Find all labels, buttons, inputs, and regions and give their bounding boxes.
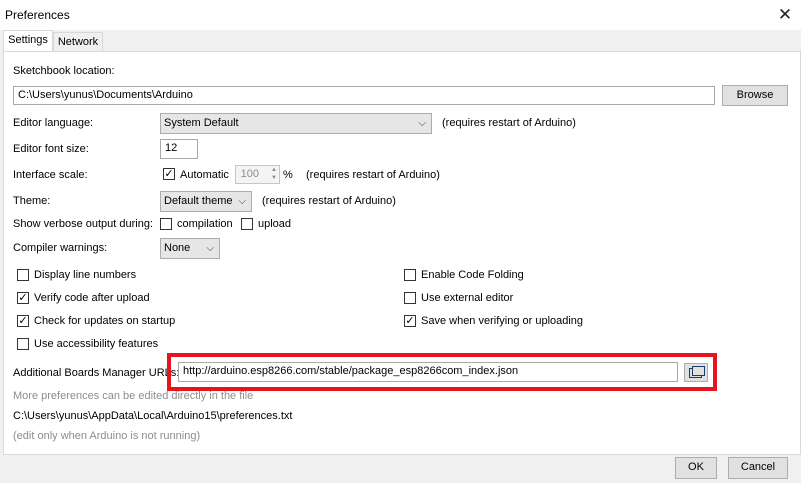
chevron-down-icon: ⌵: [238, 196, 246, 207]
editor-language-label: Editor language:: [13, 117, 94, 129]
title-bar: Preferences ✕: [0, 0, 801, 30]
ok-button[interactable]: OK: [675, 457, 717, 479]
theme-value: Default theme: [164, 195, 233, 207]
browse-button[interactable]: Browse: [722, 85, 788, 106]
editor-language-value: System Default: [164, 117, 239, 129]
tab-settings[interactable]: Settings: [3, 30, 53, 52]
interface-scale-value: 100: [240, 168, 259, 180]
upload-checkbox[interactable]: [241, 218, 253, 230]
automatic-checkbox[interactable]: ✓: [163, 168, 175, 180]
verify-code-checkbox[interactable]: ✓: [17, 292, 29, 304]
accessibility-label: Use accessibility features: [34, 338, 159, 350]
interface-scale-spinner[interactable]: 100 ▲ ▼: [235, 165, 280, 184]
theme-note: (requires restart of Arduino): [262, 195, 396, 207]
editor-font-size-label: Editor font size:: [13, 143, 89, 155]
compiler-warnings-value: None: [164, 242, 191, 254]
check-updates-checkbox[interactable]: ✓: [17, 315, 29, 327]
theme-label: Theme:: [13, 195, 51, 207]
external-editor-checkbox[interactable]: [404, 292, 416, 304]
check-updates-label: Check for updates on startup: [34, 315, 176, 327]
spin-up-icon[interactable]: ▲: [271, 166, 277, 174]
sketchbook-location-input[interactable]: C:\Users\yunus\Documents\Arduino: [13, 86, 715, 105]
chevron-down-icon: ⌵: [418, 118, 426, 129]
theme-select[interactable]: Default theme ⌵: [160, 191, 252, 212]
save-verifying-checkbox[interactable]: ✓: [404, 315, 416, 327]
boards-manager-urls-input[interactable]: http://arduino.esp8266.com/stable/packag…: [178, 362, 678, 382]
more-preferences-note: More preferences can be edited directly …: [13, 390, 254, 402]
verify-code-label: Verify code after upload: [34, 292, 150, 304]
editor-font-size-input[interactable]: 12: [160, 139, 198, 159]
code-folding-checkbox[interactable]: [404, 269, 416, 281]
compiler-warnings-label: Compiler warnings:: [13, 242, 108, 254]
upload-label: upload: [258, 218, 292, 230]
spin-down-icon[interactable]: ▼: [271, 174, 277, 182]
boards-manager-urls-label: Additional Boards Manager URLs:: [13, 367, 180, 379]
verbose-output-label: Show verbose output during:: [13, 218, 154, 230]
editor-language-note: (requires restart of Arduino): [442, 117, 576, 129]
cancel-button[interactable]: Cancel: [728, 457, 788, 479]
display-line-numbers-label: Display line numbers: [34, 269, 137, 281]
preferences-file-path: C:\Users\yunus\AppData\Local\Arduino15\p…: [13, 410, 293, 422]
compilation-label: compilation: [177, 218, 233, 230]
external-editor-label: Use external editor: [421, 292, 514, 304]
edit-only-note: (edit only when Arduino is not running): [13, 430, 201, 442]
window-title: Preferences: [5, 8, 70, 22]
tab-network[interactable]: Network: [53, 32, 103, 52]
chevron-down-icon: ⌵: [206, 243, 214, 254]
close-icon[interactable]: ✕: [774, 4, 796, 26]
interface-scale-unit: %: [283, 169, 293, 181]
compiler-warnings-select[interactable]: None ⌵: [160, 238, 220, 259]
spinner-arrows-icon[interactable]: ▲ ▼: [271, 166, 277, 182]
sketchbook-location-label: Sketchbook location:: [13, 65, 115, 77]
display-line-numbers-checkbox[interactable]: [17, 269, 29, 281]
compilation-checkbox[interactable]: [160, 218, 172, 230]
save-verifying-label: Save when verifying or uploading: [421, 315, 584, 327]
interface-scale-label: Interface scale:: [13, 169, 88, 181]
automatic-label: Automatic: [180, 169, 229, 181]
code-folding-label: Enable Code Folding: [421, 269, 524, 281]
boards-manager-urls-expand-button[interactable]: [684, 363, 708, 382]
accessibility-checkbox[interactable]: [17, 338, 29, 350]
editor-language-select[interactable]: System Default ⌵: [160, 113, 432, 134]
interface-scale-note: (requires restart of Arduino): [306, 169, 440, 181]
